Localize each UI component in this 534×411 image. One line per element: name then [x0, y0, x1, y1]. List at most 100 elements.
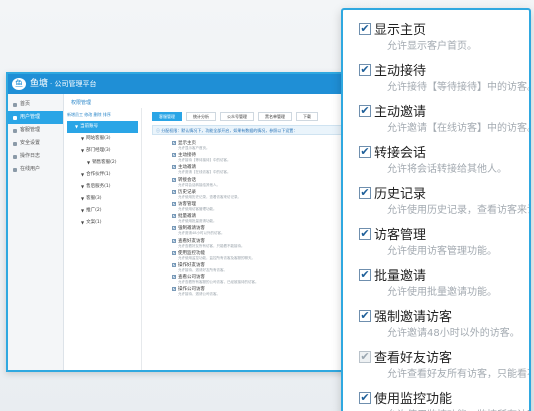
zoom-permission-desc: 允许邀请48小时以外的访客。	[387, 328, 520, 339]
checkbox[interactable]: ✔	[172, 165, 176, 170]
checkbox[interactable]: ✔	[172, 250, 176, 255]
sidebar-item[interactable]: 操作日志	[8, 150, 63, 163]
zoom-permission-title: ✔ 强制邀请访客	[359, 307, 529, 325]
permission-item: ✔ 操作公司访客 允许接待、邀请公司访客。	[172, 286, 366, 298]
zoom-permission-title: ✔ 显示主页	[359, 20, 529, 38]
tree-node-label: 售后服务(1)	[86, 184, 111, 189]
permission-desc: 允许邀请48小时以外的访客。	[178, 231, 225, 236]
sidebar-item[interactable]: 安全设置	[8, 137, 63, 150]
checkbox[interactable]: ✔	[172, 141, 176, 145]
zoom-permission-title: ✔ 访客管理	[359, 225, 529, 243]
permission-desc: 允许查看好友所有访客，只能看不能接待。	[178, 243, 245, 248]
tree-node-label: 合作伙伴(1)	[86, 172, 111, 177]
sidebar-item-label: 客服管理	[20, 127, 41, 133]
tab[interactable]: 下载	[296, 112, 318, 121]
checkbox[interactable]: ✔	[172, 214, 176, 219]
checkbox[interactable]: ✔	[172, 275, 176, 280]
checkbox[interactable]: ✔	[359, 350, 371, 363]
zoom-permission-desc: 允许显示客户首页。	[387, 41, 477, 52]
checkbox[interactable]: ✔	[172, 262, 176, 267]
checkbox[interactable]: ✔	[359, 22, 371, 35]
zoomed-permission-panel: ✔ 显示主页 允许显示客户首页。 ✔ 主动接待 允许接待【等待接待】中的访客。 ✔ 主动邀请允…	[341, 8, 531, 411]
tab[interactable]: 客服管理	[152, 112, 182, 121]
tab[interactable]: 统计分析	[186, 112, 216, 121]
tree-node-label: 客服(3)	[86, 196, 102, 201]
permission-desc: 允许邀请【在线访客】中的访客。	[178, 170, 231, 175]
permission-label: 使用监控功能	[178, 250, 205, 256]
permission-label: 转接会话	[178, 177, 196, 183]
checkbox[interactable]: ✔	[172, 287, 176, 292]
zoom-permission-label: 使用监控功能	[374, 392, 453, 407]
caret-down-icon: ▼	[81, 184, 85, 189]
sidebar-item-label: 用户管理	[20, 114, 41, 120]
sidebar-item[interactable]: 在线用户	[8, 163, 63, 176]
checkbox[interactable]: ✔	[359, 104, 371, 117]
zoom-permission-title: ✔ 主动接待	[359, 61, 529, 79]
checkbox[interactable]: ✔	[359, 63, 371, 76]
sidebar: 首页用户管理客服管理安全设置操作日志 在线用户	[8, 94, 64, 370]
permission-label: 操作好友访客	[178, 262, 205, 268]
sidebar-item[interactable]: 用户管理	[8, 111, 63, 124]
permission-item: ✔ 主动接待 允许接待【等待接待】中的访客。	[172, 152, 366, 164]
menu-icon	[13, 128, 17, 133]
zoom-permission-desc: 允许邀请【在线访客】中的访客。	[387, 123, 531, 134]
checkbox[interactable]: ✔	[359, 268, 371, 281]
sidebar-item[interactable]: 客服管理	[8, 124, 63, 137]
sidebar-item-label: 安全设置	[20, 140, 41, 146]
zoom-permission-label: 强制邀请访客	[374, 310, 453, 325]
zoom-permission-item: ✔ 主动接待允许接待【等待接待】中的访客。	[359, 61, 531, 93]
checkbox[interactable]: ✔	[172, 177, 176, 182]
zoom-permission-desc: 允许接待【等待接待】中的访客。	[387, 82, 531, 93]
checkbox[interactable]: ✔	[172, 201, 176, 206]
zoom-permission-label: 转接会话	[374, 146, 427, 161]
tree-actions[interactable]: 新增员工 修改 删除 排序	[67, 112, 138, 118]
tree-node-label: 部门经理(3)	[86, 148, 111, 153]
permission-item: ✔ 使用监控功能 允许使用监控功能，监控所有访客及客服的聊天。	[172, 250, 366, 262]
permission-desc: 允许接待、邀请公司访客。	[178, 292, 220, 297]
zoom-permission-title: ✔ 批量邀请	[359, 266, 529, 284]
zoom-permission-item: ✔ 强制邀请访客允许邀请48小时以外的访客。	[359, 307, 529, 339]
checkbox[interactable]: ✔	[172, 189, 176, 194]
admin-window: 鱼 鱼塘 · 公司管理平台 首页 用户管理 客服管理 安全设置 操作日志 在线用户 权限管…	[6, 72, 372, 372]
tree-node[interactable]: ▼ 文案(1)	[67, 217, 138, 229]
permission-desc: 允许使用历史记录，查看访客来访记录。	[178, 194, 241, 199]
zoom-permission-title: ✔ 使用监控功能	[359, 389, 529, 407]
menu-icon	[13, 167, 17, 172]
tree-node[interactable]: ▼ 网站客服(3)	[67, 133, 138, 145]
caret-down-icon: ▼	[81, 148, 85, 153]
tree-node[interactable]: ▼ 售后服务(1)	[67, 181, 138, 193]
tree-node-label: 文案(1)	[86, 220, 102, 225]
logo-icon: 鱼	[12, 78, 26, 90]
tree-node-label: 网站客服(3)	[86, 136, 111, 141]
tree-node[interactable]: ▼ 部门经理(3)	[67, 145, 138, 157]
checkbox[interactable]: ✔	[172, 226, 176, 231]
checkbox[interactable]: ✔	[359, 309, 371, 322]
checkbox[interactable]: ✔	[359, 227, 371, 240]
zoom-permission-item: ✔使用监控功能允许使用监控功能，监控所有访客及	[359, 389, 529, 411]
permission-desc: 允许使用访客管理功能。	[178, 206, 217, 211]
tree-node[interactable]: ▼ 当前账号	[67, 121, 138, 133]
notice-banner: ⓘ 分配权限：默认情况下，功能全部开启，如果有数据的情况，参照以下设置：	[152, 125, 366, 135]
zoom-permission-desc: 允许查看好友所有访客，只能看不能接	[387, 369, 529, 380]
permission-item: ✔ 主动邀请 允许邀请【在线访客】中的访客。	[172, 164, 366, 176]
tab[interactable]: 公众号管理	[220, 112, 254, 121]
permission-desc: 允许使用批量邀请功能。	[178, 219, 217, 224]
tree-node[interactable]: ▼ 推广(2)	[67, 205, 138, 217]
checkbox[interactable]: ✔	[359, 186, 371, 199]
tree-node[interactable]: ▼ 客服(3)	[67, 193, 138, 205]
zoom-permission-item: ✔ 转接会话 允许将会话转接给其他人。	[359, 143, 529, 175]
zoom-permission-item: ✔ 显示主页允许显示客户首页。	[359, 20, 529, 52]
tree-node[interactable]: ▼ 销售客服(2)	[67, 157, 138, 169]
checkbox[interactable]: ✔	[172, 153, 176, 158]
tab[interactable]: 黑名单管理	[258, 112, 292, 121]
breadcrumb[interactable]: 权限管理	[64, 94, 370, 106]
permission-item: ✔ 查看公司访客 允许查看所有客服的公司访客，已经被接待的访客。	[172, 274, 366, 286]
sidebar-item[interactable]: 首页	[8, 98, 63, 111]
permission-desc: 允许使用监控功能，监控所有访客及客服的聊天。	[178, 255, 255, 260]
checkbox[interactable]: ✔	[172, 238, 176, 243]
checkbox[interactable]: ✔	[359, 391, 371, 404]
tree-node[interactable]: ▼ 合作伙伴(1)	[67, 169, 138, 181]
checkbox[interactable]: ✔	[359, 145, 371, 158]
permission-item: ✔ 查看好友访客 允许查看好友所有访客，只能看不能接待。	[172, 238, 366, 250]
permission-list: ✔ 显示主页 允许显示客户首页。 ✔ 主动接待 允许接待【等待接待】中的访客。 ✔ 主动邀请允…	[172, 140, 366, 298]
